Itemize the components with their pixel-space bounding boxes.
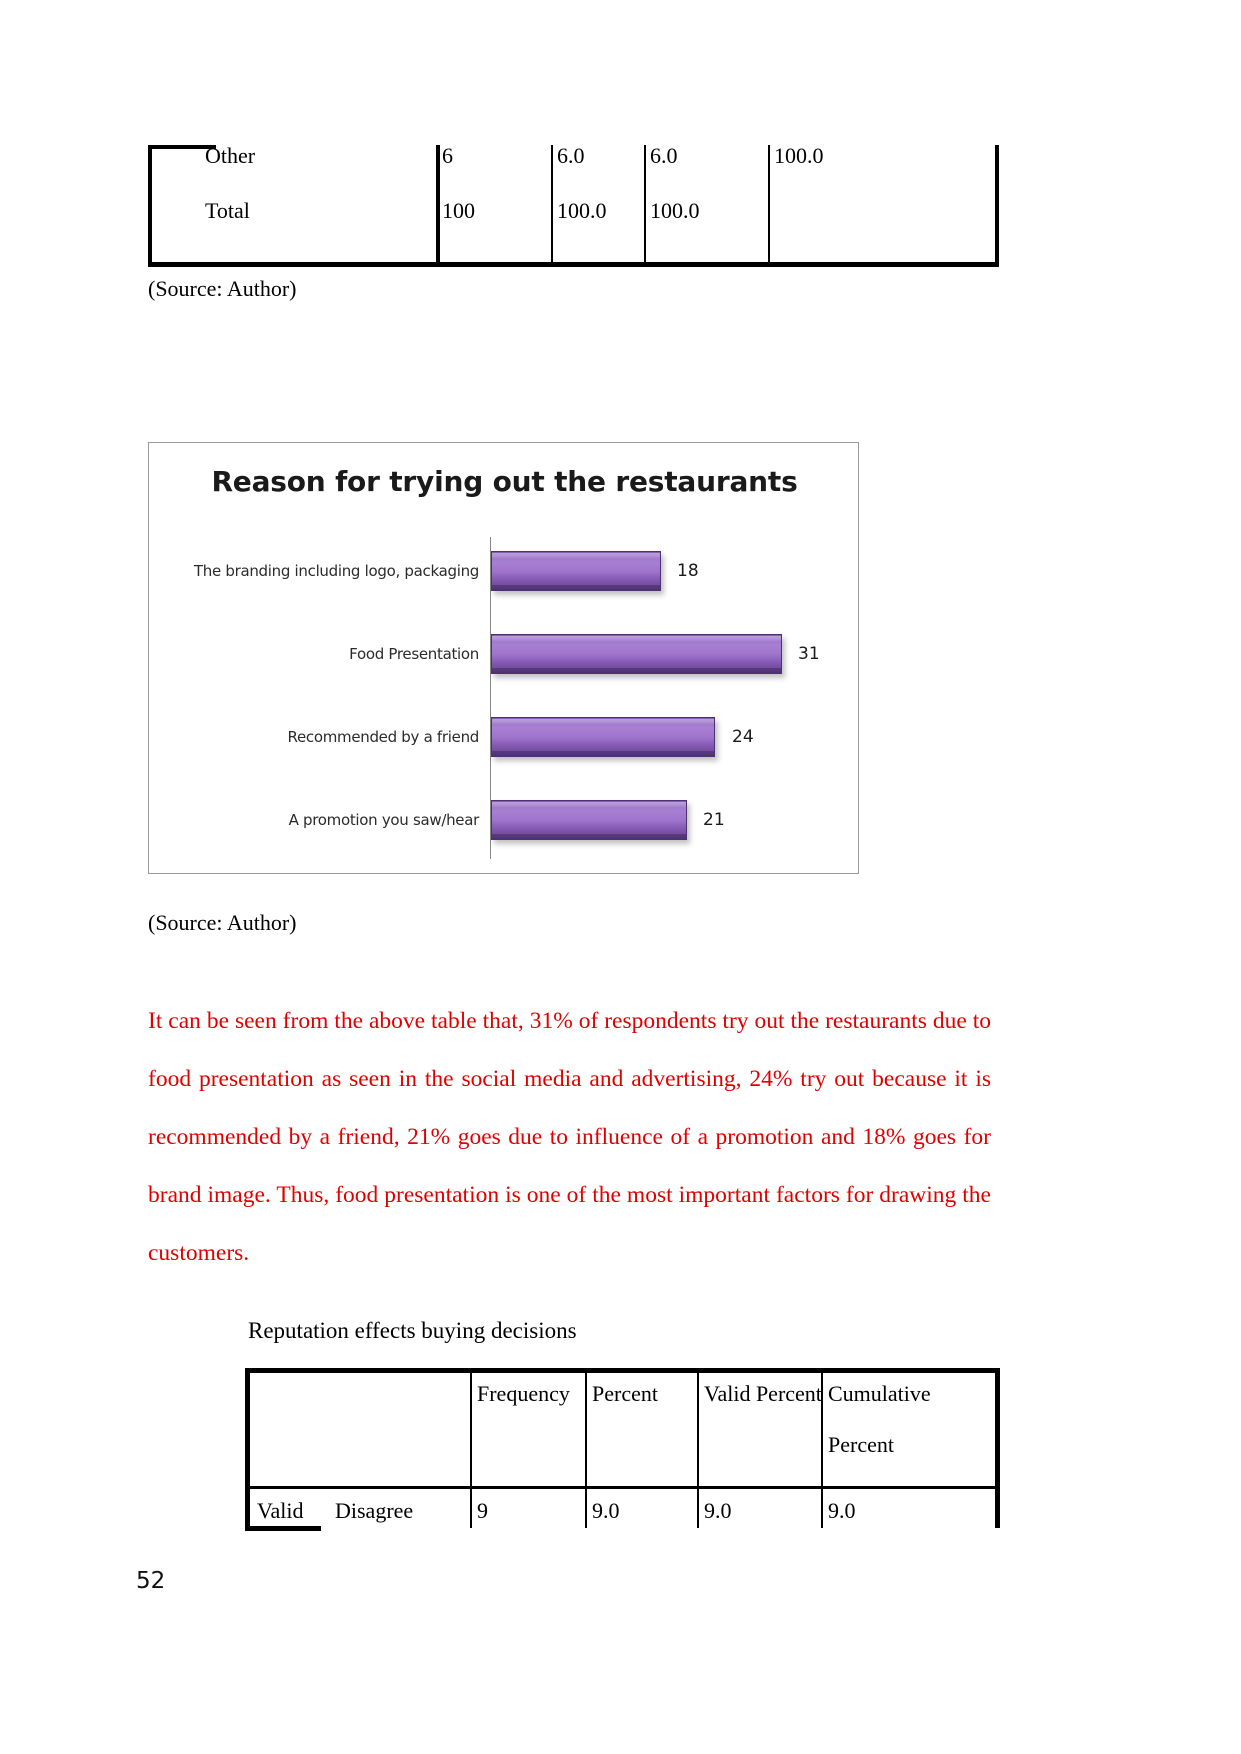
bottom-table-header-cumulative-percent-line2: Percent xyxy=(828,1432,894,1457)
bottom-table-top-border xyxy=(245,1368,1000,1373)
source-note-chart: (Source: Author) xyxy=(148,910,297,935)
bottom-table-right-border xyxy=(995,1368,1000,1528)
chart-bar[interactable] xyxy=(491,800,687,840)
chart-title: Reason for trying out the restaurants xyxy=(211,465,798,498)
bottom-table-left-border xyxy=(245,1368,250,1528)
chart-bar[interactable] xyxy=(491,551,661,591)
table-cell-other-percent: 6.0 xyxy=(557,143,585,168)
table-bottom-border xyxy=(148,262,999,267)
chart-bar-row: A promotion you saw/hear 21 xyxy=(149,780,860,860)
source-note-top: (Source: Author) xyxy=(148,276,297,301)
table-right-border xyxy=(995,145,999,263)
table-column-divider-1 xyxy=(436,145,440,263)
table-cell-total-percent: 100.0 xyxy=(557,198,607,223)
bottom-table-cell-disagree-valid-percent: 9.0 xyxy=(704,1498,732,1523)
table-left-border xyxy=(148,145,152,267)
bottom-table-header-valid-percent: Valid Percent xyxy=(704,1381,822,1406)
section-subheading: Reputation effects buying decisions xyxy=(248,1318,577,1343)
chart-bar-value-label: 21 xyxy=(703,810,725,830)
chart-bar[interactable] xyxy=(491,717,715,757)
chart-category-label: A promotion you saw/hear xyxy=(288,811,480,829)
table-cell-other-frequency: 6 xyxy=(442,143,453,168)
bottom-table-row-label-disagree: Disagree xyxy=(335,1498,414,1523)
bottom-table-column-divider-3 xyxy=(697,1368,699,1528)
chart-category-label: The branding including logo, packaging xyxy=(193,562,479,580)
top-frequency-table: Other 6 6.0 6.0 100.0 Total 100 100.0 10… xyxy=(148,145,999,267)
chart-bar-value-label: 31 xyxy=(798,644,820,664)
bottom-table-header-frequency: Frequency xyxy=(477,1381,570,1406)
bottom-table-bottom-cap xyxy=(245,1526,321,1531)
table-row-label-other: Other xyxy=(205,143,256,168)
bottom-table-cell-disagree-frequency: 9 xyxy=(477,1498,488,1523)
bottom-table-column-divider-1 xyxy=(470,1368,472,1528)
table-cell-other-valid-percent: 6.0 xyxy=(650,143,678,168)
chart-bar-row: Food Presentation 31 xyxy=(149,614,860,694)
chart-plot-area: The branding including logo, packaging 1… xyxy=(149,531,860,871)
chart-container: Reason for trying out the restaurants Th… xyxy=(148,442,859,874)
bottom-table-header-percent: Percent xyxy=(592,1381,658,1406)
page-number: 52 xyxy=(136,1568,166,1594)
table-column-divider-3 xyxy=(644,145,646,263)
table-cell-total-valid-percent: 100.0 xyxy=(650,198,700,223)
chart-bar[interactable] xyxy=(491,634,782,674)
chart-bar-value-label: 18 xyxy=(677,561,699,581)
chart-bar-value-label: 24 xyxy=(732,727,754,747)
table-column-divider-2 xyxy=(551,145,553,263)
bottom-table-header-divider xyxy=(245,1486,1000,1489)
table-cell-total-frequency: 100 xyxy=(442,198,475,223)
chart-bar-row: Recommended by a friend 24 xyxy=(149,697,860,777)
chart-category-label: Recommended by a friend xyxy=(287,728,480,746)
table-row-label-total: Total xyxy=(205,198,250,223)
chart-bar-row: The branding including logo, packaging 1… xyxy=(149,531,860,611)
reputation-frequency-table: Frequency Percent Valid Percent Cumulati… xyxy=(245,1368,1000,1528)
chart-category-label: Food Presentation xyxy=(349,645,479,663)
table-column-divider-4 xyxy=(768,145,770,263)
bottom-table-row-group-valid: Valid xyxy=(257,1498,304,1523)
bottom-table-header-cumulative-percent-line1: Cumulative xyxy=(828,1381,931,1406)
bottom-table-cell-disagree-percent: 9.0 xyxy=(592,1498,620,1523)
bottom-table-column-divider-2 xyxy=(585,1368,587,1528)
commentary-paragraph: It can be seen from the above table that… xyxy=(148,1007,991,1266)
bottom-table-cell-disagree-cumulative-percent: 9.0 xyxy=(828,1498,856,1523)
table-cell-other-cumulative-percent: 100.0 xyxy=(774,143,824,168)
